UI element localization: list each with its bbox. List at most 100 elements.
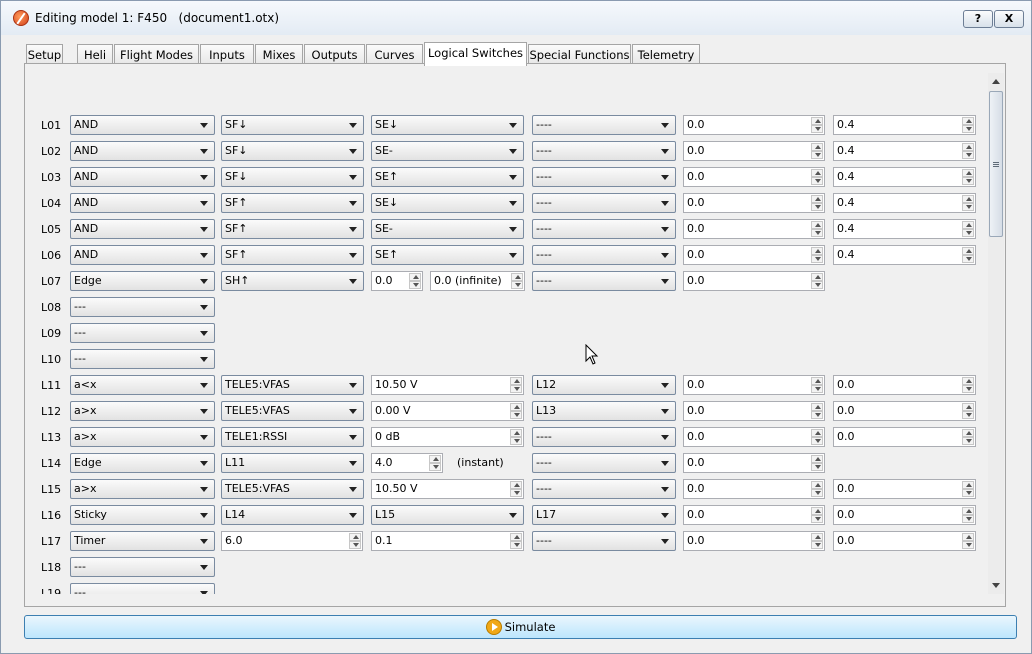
spin-buttons[interactable] — [962, 403, 974, 419]
and-switch-select[interactable]: L17 — [532, 505, 676, 525]
spin-buttons[interactable] — [811, 117, 823, 133]
spin-up-icon[interactable] — [962, 169, 974, 177]
delay-field[interactable]: 0.4 — [833, 193, 976, 213]
spin-buttons[interactable] — [811, 403, 823, 419]
delay-field[interactable]: 0.0 — [833, 531, 976, 551]
spin-up-icon[interactable] — [811, 221, 823, 229]
v2-select[interactable]: SE↓ — [371, 115, 524, 135]
function-select[interactable]: Edge — [70, 453, 215, 473]
spin-down-icon[interactable] — [811, 385, 823, 393]
v1-select[interactable]: TELE1:RSSI — [221, 427, 364, 447]
v2-value[interactable]: 4.0 — [371, 453, 443, 473]
spin-buttons[interactable] — [962, 247, 974, 263]
spin-down-icon[interactable] — [962, 541, 974, 549]
function-select[interactable]: a>x — [70, 427, 215, 447]
spin-up-icon[interactable] — [511, 273, 523, 281]
spin-down-icon[interactable] — [510, 489, 522, 497]
v1-select[interactable]: TELE5:VFAS — [221, 401, 364, 421]
and-switch-select[interactable]: ---- — [532, 271, 676, 291]
tab-telemetry[interactable]: Telemetry — [632, 44, 700, 65]
spin-up-icon[interactable] — [962, 195, 974, 203]
tab-logical-switches[interactable]: Logical Switches — [424, 42, 527, 66]
spin-up-icon[interactable] — [510, 429, 522, 437]
function-select[interactable]: AND — [70, 193, 215, 213]
function-select[interactable]: AND — [70, 219, 215, 239]
v1-select[interactable]: SF↓ — [221, 141, 364, 161]
duration-field[interactable]: 0.0 — [683, 193, 825, 213]
spin-buttons[interactable] — [811, 195, 823, 211]
spin-buttons[interactable] — [811, 507, 823, 523]
tab-curves[interactable]: Curves — [366, 44, 423, 65]
spin-buttons[interactable] — [811, 377, 823, 393]
spin-buttons[interactable] — [962, 429, 974, 445]
duration-field[interactable]: 0.0 — [683, 167, 825, 187]
spin-up-icon[interactable] — [962, 481, 974, 489]
v1-select[interactable]: SF↓ — [221, 115, 364, 135]
spin-buttons[interactable] — [811, 481, 823, 497]
function-select[interactable]: Edge — [70, 271, 215, 291]
spin-down-icon[interactable] — [962, 437, 974, 445]
spin-down-icon[interactable] — [962, 255, 974, 263]
spin-buttons[interactable] — [349, 533, 361, 549]
title-bar[interactable]: Editing model 1: F450 (document1.otx) ? … — [1, 1, 1031, 35]
and-switch-select[interactable]: ---- — [532, 141, 676, 161]
delay-field[interactable]: 0.0 — [833, 427, 976, 447]
spin-down-icon[interactable] — [811, 515, 823, 523]
spin-buttons[interactable] — [962, 195, 974, 211]
spin-up-icon[interactable] — [510, 533, 522, 541]
spin-buttons[interactable] — [811, 247, 823, 263]
spin-up-icon[interactable] — [962, 247, 974, 255]
spin-buttons[interactable] — [429, 455, 441, 471]
delay-field[interactable]: 0.0 — [833, 375, 976, 395]
spin-down-icon[interactable] — [811, 463, 823, 471]
duration-field[interactable]: 0.0 — [683, 115, 825, 135]
v2-select[interactable]: SE↑ — [371, 245, 524, 265]
function-select[interactable]: a<x — [70, 375, 215, 395]
delay-field[interactable]: 0.4 — [833, 115, 976, 135]
spin-down-icon[interactable] — [429, 463, 441, 471]
delay-field[interactable]: 0.0 — [833, 505, 976, 525]
spin-buttons[interactable] — [811, 273, 823, 289]
spin-buttons[interactable] — [811, 533, 823, 549]
and-switch-select[interactable]: ---- — [532, 427, 676, 447]
spin-up-icon[interactable] — [962, 221, 974, 229]
and-switch-select[interactable]: ---- — [532, 531, 676, 551]
close-button[interactable]: X — [994, 10, 1024, 28]
function-select[interactable]: AND — [70, 245, 215, 265]
v2-select[interactable]: SE↓ — [371, 193, 524, 213]
delay-field[interactable]: 0.0 — [833, 479, 976, 499]
duration-field[interactable]: 0.0 — [683, 401, 825, 421]
vertical-scrollbar[interactable] — [988, 73, 1004, 594]
spin-up-icon[interactable] — [811, 377, 823, 385]
simulate-button[interactable]: Simulate — [24, 615, 1017, 639]
spin-up-icon[interactable] — [409, 273, 421, 281]
tab-flight-modes[interactable]: Flight Modes — [114, 44, 199, 65]
spin-up-icon[interactable] — [811, 273, 823, 281]
spin-down-icon[interactable] — [811, 203, 823, 211]
delay-field[interactable]: 0.4 — [833, 245, 976, 265]
and-switch-select[interactable]: ---- — [532, 453, 676, 473]
spin-down-icon[interactable] — [811, 281, 823, 289]
scroll-down-icon[interactable] — [992, 583, 1000, 588]
scroll-up-icon[interactable] — [992, 79, 1000, 84]
duration-field[interactable]: 0.0 — [683, 271, 825, 291]
spin-up-icon[interactable] — [811, 169, 823, 177]
spin-buttons[interactable] — [811, 143, 823, 159]
and-switch-select[interactable]: ---- — [532, 245, 676, 265]
v1-select[interactable]: L11 — [221, 453, 364, 473]
spin-up-icon[interactable] — [811, 533, 823, 541]
v2-value[interactable]: 0.1 — [371, 531, 524, 551]
spin-buttons[interactable] — [510, 403, 522, 419]
spin-up-icon[interactable] — [962, 117, 974, 125]
spin-up-icon[interactable] — [811, 143, 823, 151]
function-select[interactable]: --- — [70, 323, 215, 343]
duration-field[interactable]: 0.0 — [683, 479, 825, 499]
v2-value[interactable]: 0.00 V — [371, 401, 524, 421]
v1-value[interactable]: 6.0 — [221, 531, 363, 551]
function-select[interactable]: a>x — [70, 401, 215, 421]
spin-up-icon[interactable] — [811, 429, 823, 437]
spin-down-icon[interactable] — [962, 203, 974, 211]
v1-select[interactable]: TELE5:VFAS — [221, 375, 364, 395]
spin-buttons[interactable] — [409, 273, 421, 289]
v2-select[interactable]: SE↑ — [371, 167, 524, 187]
